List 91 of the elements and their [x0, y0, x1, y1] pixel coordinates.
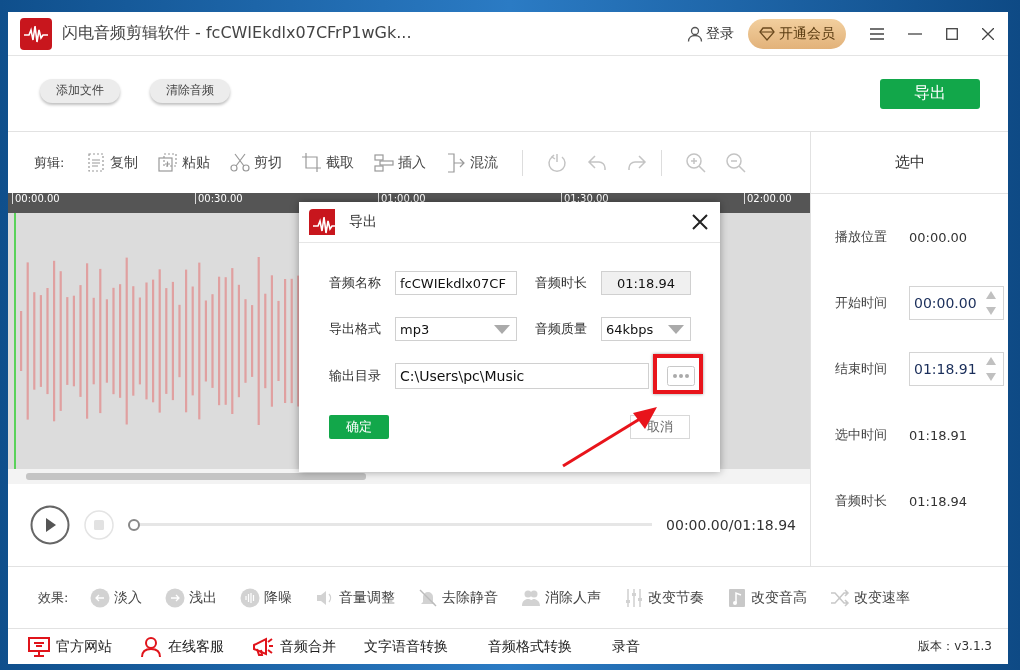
- person-icon: [140, 635, 162, 658]
- shuffle-icon: [830, 587, 851, 608]
- effect-button[interactable]: 去除静音: [418, 587, 499, 608]
- footer-link[interactable]: 在线客服: [140, 635, 224, 658]
- browse-button-icon[interactable]: [667, 366, 695, 386]
- edit-tool-button[interactable]: 截取: [302, 152, 355, 173]
- muted-bell-icon: [418, 587, 439, 608]
- music-note-icon: [727, 587, 748, 608]
- toolbar-button[interactable]: 添加文件: [40, 78, 120, 103]
- edit-tool-button[interactable]: 复制: [86, 152, 139, 173]
- field-label: 音频时长: [535, 274, 588, 292]
- app-logo-icon: [20, 17, 52, 50]
- time-spinbox[interactable]: 01:18.91: [909, 352, 1004, 386]
- field-label: 结束时间: [835, 360, 888, 378]
- login-button[interactable]: 登录: [687, 24, 734, 43]
- effect-button[interactable]: 改变音高: [727, 587, 808, 608]
- edit-tool-button[interactable]: 粘贴: [158, 152, 211, 173]
- time-tick: 00:00.00: [12, 193, 60, 204]
- dropdown-arrow-icon[interactable]: [668, 324, 684, 334]
- close-icon[interactable]: [982, 27, 994, 40]
- version-text: 版本：v3.1.3: [918, 638, 992, 655]
- field-label: 播放位置: [835, 228, 888, 246]
- duration-field: 01:18.94: [601, 271, 691, 295]
- footer-link[interactable]: 音频格式转换: [488, 637, 572, 656]
- diamond-icon: [759, 26, 775, 41]
- crop-icon: [302, 152, 323, 173]
- app-logo-icon: [309, 209, 335, 235]
- field-label: 音频名称: [329, 274, 382, 292]
- scissors-icon: [230, 152, 251, 173]
- sliders-icon: [624, 587, 645, 608]
- effect-button[interactable]: 音量调整: [315, 587, 396, 608]
- zoom-in-icon[interactable]: [685, 151, 708, 174]
- merge-icon: [446, 152, 467, 173]
- field-label: 导出格式: [329, 320, 382, 338]
- close-icon[interactable]: [692, 214, 708, 230]
- footer-link[interactable]: 官方网站: [28, 635, 112, 658]
- progress-thumb[interactable]: [128, 519, 140, 531]
- dropdown[interactable]: mp3: [395, 317, 517, 341]
- toolbar-button[interactable]: 清除音频: [150, 78, 230, 103]
- reset-icon[interactable]: [546, 151, 569, 174]
- effects-label: 效果:: [38, 588, 69, 607]
- playhead-line[interactable]: [14, 213, 16, 469]
- folder-path-field[interactable]: C:\Users\pc\Music: [395, 363, 649, 389]
- scrollbar-thumb[interactable]: [26, 473, 366, 480]
- footer-link[interactable]: 文字语音转换: [364, 637, 448, 656]
- time-tick: 00:30.00: [195, 193, 243, 204]
- name-field[interactable]: fcCWIEkdlx07CF: [395, 271, 517, 295]
- field-value: 00:00.00: [909, 229, 968, 245]
- play-button-icon[interactable]: [30, 505, 70, 545]
- edit-label: 剪辑:: [34, 153, 65, 172]
- megaphone-icon: [252, 635, 274, 658]
- edit-tool-button[interactable]: 剪切: [230, 152, 283, 173]
- dropdown[interactable]: 64kbps: [601, 317, 691, 341]
- menu-icon[interactable]: [870, 27, 884, 40]
- spin-arrows-icon[interactable]: [984, 356, 997, 382]
- spin-arrows-icon[interactable]: [984, 290, 997, 316]
- field-label: 开始时间: [835, 294, 888, 312]
- field-label: 输出目录: [329, 367, 382, 385]
- vip-button[interactable]: 开通会员: [748, 18, 846, 49]
- field-label: 音频质量: [535, 320, 588, 338]
- zoom-out-icon[interactable]: [725, 151, 748, 174]
- field-label: 音频时长: [835, 492, 888, 510]
- footer-link[interactable]: 录音: [612, 637, 640, 656]
- footer-link[interactable]: 音频合并: [252, 635, 336, 658]
- dropdown-arrow-icon[interactable]: [494, 324, 510, 334]
- effect-button[interactable]: 消除人声: [521, 587, 602, 608]
- copy-icon: [86, 152, 107, 173]
- user-icon: [687, 25, 703, 42]
- effect-button[interactable]: 改变速率: [830, 587, 911, 608]
- paste-icon: [158, 152, 179, 173]
- panel-title: 选中: [894, 153, 925, 172]
- dialog-title: 导出: [349, 213, 377, 231]
- highlight-frame: [653, 354, 703, 394]
- edit-tool-button[interactable]: 插入: [374, 152, 427, 173]
- effect-button[interactable]: 淡入: [90, 587, 143, 608]
- wave-circle-icon: [240, 587, 261, 608]
- edit-tool-button[interactable]: 混流: [446, 152, 499, 173]
- effect-button[interactable]: 改变节奏: [624, 587, 705, 608]
- field-value: 01:18.91: [909, 427, 968, 443]
- insert-icon: [374, 152, 395, 173]
- monitor-icon: [28, 635, 50, 658]
- field-label: 选中时间: [835, 426, 888, 444]
- stop-button-icon[interactable]: [84, 510, 114, 540]
- time-display: 00:00.00/01:18.94: [666, 517, 796, 533]
- field-value: 01:18.94: [909, 493, 968, 509]
- time-spinbox[interactable]: 00:00.00: [909, 286, 1004, 320]
- time-tick: 02:00.00: [744, 193, 792, 204]
- effect-button[interactable]: 浅出: [165, 587, 218, 608]
- maximize-icon[interactable]: [946, 27, 958, 40]
- effect-button[interactable]: 降噪: [240, 587, 293, 608]
- window-title: 闪电音频剪辑软件 - fcCWIEkdlx07CFrP1wGk...: [62, 23, 412, 44]
